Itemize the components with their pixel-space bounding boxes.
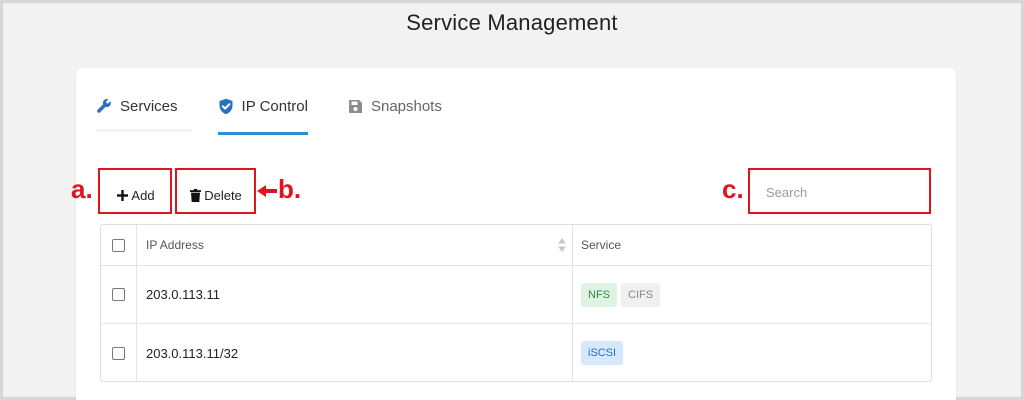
tab-ip-control[interactable]: IP Control bbox=[217, 86, 309, 135]
tab-services[interactable]: Services bbox=[96, 86, 178, 126]
tab-snapshots-label: Snapshots bbox=[370, 97, 442, 115]
annotation-box-search bbox=[748, 168, 931, 214]
annotation-label-a: a. bbox=[71, 174, 93, 204]
select-all-checkbox[interactable] bbox=[112, 238, 125, 252]
ip-address-cell: 203.0.113.11 bbox=[137, 266, 573, 323]
annotation-label-c: c. bbox=[722, 174, 744, 204]
floppy-disk-icon bbox=[348, 99, 363, 114]
ip-address-cell: 203.0.113.11/32 bbox=[137, 324, 573, 382]
ip-address-value: 203.0.113.11 bbox=[146, 287, 220, 302]
content-card: Services IP Control Snapshots Add Delete… bbox=[76, 68, 956, 400]
select-all-cell bbox=[101, 225, 137, 265]
service-cell: NFS CIFS bbox=[573, 266, 931, 323]
service-tag-cifs: CIFS bbox=[621, 282, 661, 307]
sort-icon[interactable] bbox=[558, 238, 566, 255]
ip-table: IP Address Service 203.0.113.11 NFS CIFS… bbox=[100, 224, 932, 382]
tab-services-label: Services bbox=[120, 97, 178, 115]
service-tag-nfs: NFS bbox=[581, 282, 617, 307]
tab-hover-indicator bbox=[96, 129, 192, 132]
annotation-label-b: b. bbox=[278, 174, 302, 204]
service-tag-iscsi: iSCSI bbox=[581, 341, 624, 365]
row-checkbox[interactable] bbox=[112, 288, 125, 301]
page-title: Service Management bbox=[406, 10, 618, 35]
column-header-service-label: Service bbox=[581, 238, 622, 252]
annotation-arrow-left-icon bbox=[257, 185, 277, 197]
row-select-cell bbox=[101, 266, 137, 323]
row-checkbox[interactable] bbox=[112, 346, 125, 360]
table-header-row: IP Address Service bbox=[101, 225, 931, 266]
tab-snapshots[interactable]: Snapshots bbox=[348, 86, 442, 126]
column-header-ip-label: IP Address bbox=[146, 238, 204, 252]
annotation-box-add bbox=[98, 168, 172, 214]
annotation-box-delete bbox=[175, 168, 256, 214]
table-row[interactable]: 203.0.113.11 NFS CIFS bbox=[101, 266, 931, 324]
shield-check-icon bbox=[218, 98, 234, 115]
column-header-service: Service bbox=[573, 225, 931, 265]
service-cell: iSCSI bbox=[573, 324, 931, 382]
wrench-icon bbox=[96, 98, 112, 114]
table-row[interactable]: 203.0.113.11/32 iSCSI bbox=[101, 324, 931, 382]
tab-ip-control-label: IP Control bbox=[241, 97, 308, 115]
ip-address-value: 203.0.113.11/32 bbox=[146, 345, 239, 361]
row-select-cell bbox=[101, 324, 137, 382]
column-header-ip-address[interactable]: IP Address bbox=[137, 225, 573, 265]
